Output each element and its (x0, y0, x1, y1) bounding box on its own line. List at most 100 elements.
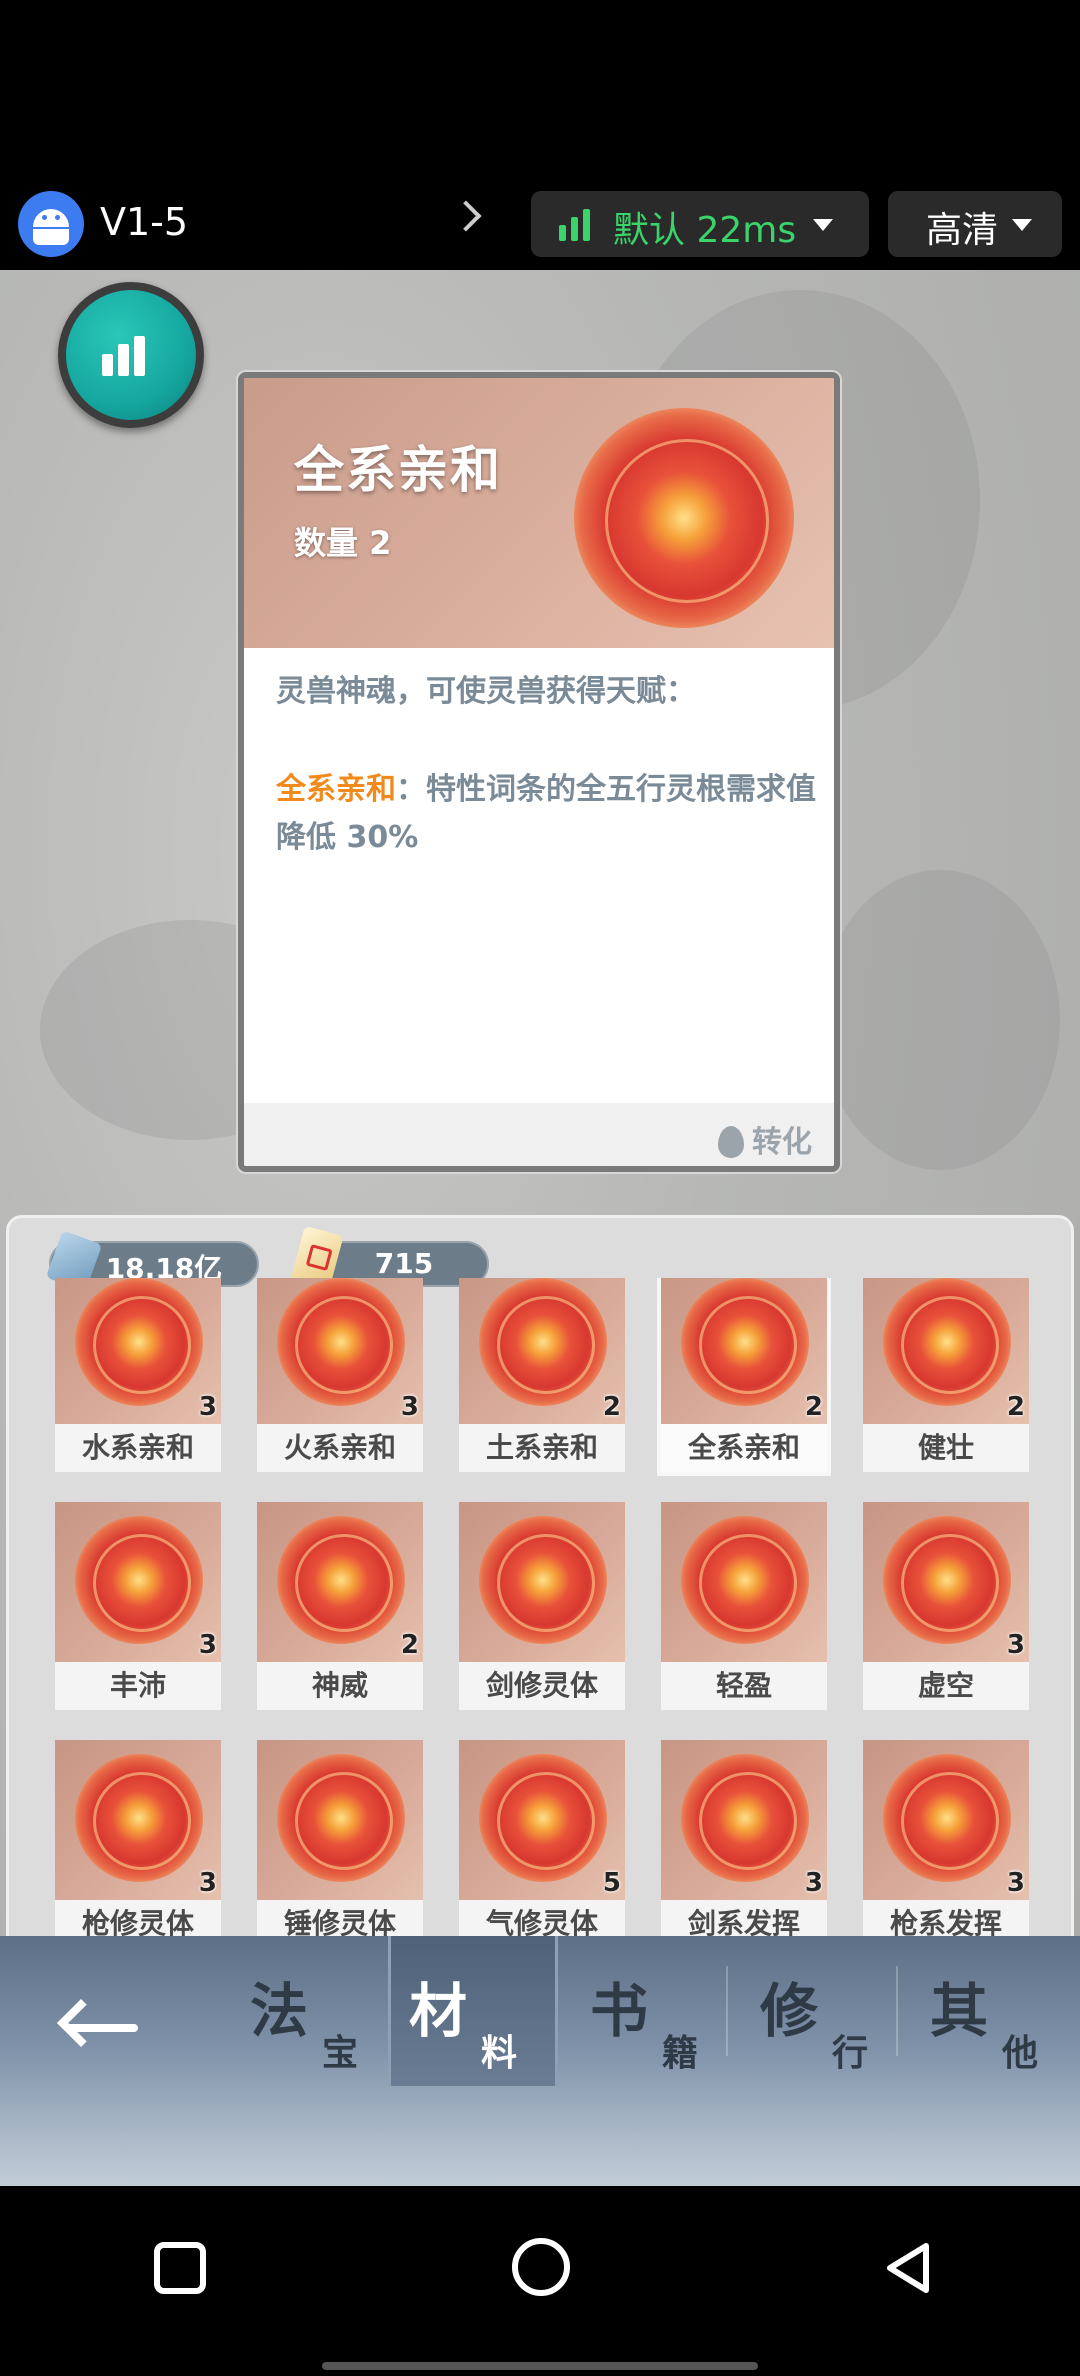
item-thumbnail: 2 (863, 1278, 1029, 1424)
item-thumbnail: 3 (55, 1278, 221, 1424)
tab-materials[interactable]: 材 料 (388, 1936, 558, 2086)
item-thumbnail: 5 (459, 1740, 625, 1900)
item-count: 2 (400, 1630, 419, 1660)
recents-icon[interactable] (154, 2242, 206, 2294)
item-thumbnail: 3 (257, 1278, 423, 1424)
chart-bar-icon (118, 344, 129, 376)
inventory-item[interactable]: 5 气修灵体 (459, 1740, 625, 1948)
chart-bar-icon (134, 336, 145, 376)
item-thumbnail: 3 (55, 1502, 221, 1662)
spirit-orb-icon (681, 1516, 809, 1644)
tab-artifacts[interactable]: 法 宝 (232, 1936, 402, 2086)
signal-bar (571, 217, 578, 241)
inventory-item[interactable]: 轻盈 (661, 1502, 827, 1710)
quality-label: 高清 (926, 210, 999, 251)
item-name: 轻盈 (661, 1662, 827, 1710)
inventory-item[interactable]: 3 剑系发挥 (661, 1740, 827, 1948)
inventory-panel: 18.18亿 715 3 水系亲和 3 火系亲和 2 土系亲和 2 全系亲和 2 健壮 3 丰沛 2 神威… (6, 1215, 1074, 1975)
quality-selector[interactable]: 高清 (888, 191, 1062, 257)
android-icon[interactable] (18, 191, 84, 257)
android-eye-left (42, 215, 47, 220)
caret-down-icon (813, 219, 833, 231)
back-icon[interactable] (878, 2238, 938, 2298)
item-count: 2 (602, 1392, 621, 1422)
tab-materials-main: 材 (409, 1977, 468, 2045)
inventory-item[interactable]: 3 枪系发挥 (863, 1740, 1029, 1948)
item-detail-card: 全系亲和 数量 2 灵兽神魂，可使灵兽获得天赋： 全系亲和：特性词条的全五行灵根… (238, 372, 840, 1172)
home-icon[interactable] (512, 2238, 570, 2296)
inventory-item[interactable]: 锤修灵体 (257, 1740, 423, 1948)
item-name: 健壮 (863, 1424, 1029, 1472)
item-quantity: 数量 2 (294, 524, 392, 562)
back-arrow-icon[interactable] (56, 1998, 140, 2058)
android-head (33, 209, 69, 227)
effect-name: 全系亲和 (276, 772, 396, 807)
item-thumbnail: 3 (863, 1502, 1029, 1662)
item-count: 3 (198, 1868, 217, 1898)
item-count: 3 (1006, 1630, 1025, 1660)
item-name: 神威 (257, 1662, 423, 1710)
card-body: 灵兽神魂，可使灵兽获得天赋： 全系亲和：特性词条的全五行灵根需求值降低 30% (244, 648, 834, 1103)
inventory-item[interactable]: 2 土系亲和 (459, 1278, 625, 1472)
item-count: 3 (1006, 1868, 1025, 1898)
game-area: 全系亲和 数量 2 灵兽神魂，可使灵兽获得天赋： 全系亲和：特性词条的全五行灵根… (0, 270, 1080, 2186)
inventory-item[interactable]: 3 丰沛 (55, 1502, 221, 1710)
item-name: 丰沛 (55, 1662, 221, 1710)
android-eye-right (55, 215, 60, 220)
ink-background-shape (820, 870, 1060, 1170)
spirit-orb-icon (75, 1278, 203, 1406)
convert-label: 转化 (752, 1125, 812, 1160)
tab-artifacts-sub: 宝 (322, 2033, 359, 2074)
item-thumbnail: 3 (863, 1740, 1029, 1900)
spirit-orb-icon (75, 1754, 203, 1882)
spirit-orb-icon (883, 1516, 1011, 1644)
status-area (0, 0, 1080, 180)
android-body (33, 229, 69, 245)
inventory-item[interactable]: 3 枪修灵体 (55, 1740, 221, 1948)
item-count: 2 (1006, 1392, 1025, 1422)
inventory-item[interactable]: 剑修灵体 (459, 1502, 625, 1710)
scroll-amount: 715 (374, 1247, 434, 1280)
network-selector[interactable]: 默认 22ms (531, 191, 869, 257)
item-name: 虚空 (863, 1662, 1029, 1710)
inventory-item[interactable]: 2 全系亲和 (661, 1278, 827, 1472)
inventory-item[interactable]: 2 健壮 (863, 1278, 1029, 1472)
item-thumbnail (257, 1740, 423, 1900)
tab-materials-sub: 料 (481, 2033, 518, 2074)
item-thumbnail: 3 (55, 1740, 221, 1900)
item-grid: 3 水系亲和 3 火系亲和 2 土系亲和 2 全系亲和 2 健壮 3 丰沛 2 神威 剑修灵体 轻盈 3 虚空 3 枪… (9, 1278, 1071, 1972)
spirit-orb-icon (277, 1278, 405, 1406)
stats-button[interactable] (58, 282, 204, 428)
tab-books[interactable]: 书 籍 (572, 1936, 742, 2086)
tab-books-main: 书 (590, 1977, 649, 2045)
spirit-orb-icon (277, 1516, 405, 1644)
convert-button[interactable]: 转化 (718, 1117, 812, 1161)
item-thumbnail: 2 (459, 1278, 625, 1424)
item-thumbnail (459, 1502, 625, 1662)
item-thumbnail (661, 1502, 827, 1662)
item-thumbnail: 2 (257, 1502, 423, 1662)
signal-bars-icon (559, 209, 593, 241)
version-label[interactable]: V1-5 (100, 200, 188, 244)
item-name: 土系亲和 (459, 1424, 625, 1472)
item-count: 2 (804, 1392, 823, 1422)
spirit-orb-icon (479, 1278, 607, 1406)
bottom-tab-bar: 法 宝 材 料 书 籍 修 行 其 他 (0, 1936, 1080, 2186)
arrow-head (56, 1998, 106, 2048)
card-footer: 转化 (244, 1103, 834, 1166)
spirit-orb-icon (479, 1754, 607, 1882)
item-name: 水系亲和 (55, 1424, 221, 1472)
inventory-item[interactable]: 3 水系亲和 (55, 1278, 221, 1472)
tab-other[interactable]: 其 他 (912, 1936, 1080, 2086)
system-navigation-bar (0, 2186, 1080, 2376)
spirit-orb-icon (75, 1516, 203, 1644)
item-count: 3 (198, 1392, 217, 1422)
item-count: 3 (198, 1630, 217, 1660)
inventory-item[interactable]: 2 神威 (257, 1502, 423, 1710)
signal-bar (583, 209, 590, 241)
signal-bar (559, 225, 566, 241)
inventory-item[interactable]: 3 火系亲和 (257, 1278, 423, 1472)
inventory-item[interactable]: 3 虚空 (863, 1502, 1029, 1710)
tab-cultivation[interactable]: 修 行 (742, 1936, 912, 2086)
chart-bar-icon (102, 354, 113, 376)
